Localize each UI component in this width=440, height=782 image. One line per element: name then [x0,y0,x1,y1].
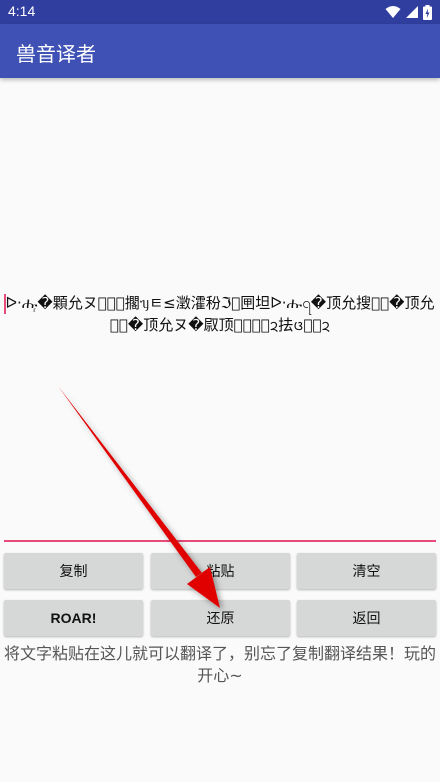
app-bar: 兽音译者 [0,24,440,78]
app-title: 兽音译者 [16,42,96,66]
battery-icon [423,4,432,20]
roar-button[interactable]: ROAR! [4,600,143,636]
copy-button[interactable]: 复制 [4,553,143,589]
signal-icon [406,6,418,18]
translation-input-text: ᐅ·ሑ᷊�顆允ヌㅋ᷊᷊擱ᥡㅌ≤澂瀖秎ℑ᷊㘡坦ᐅ·ሑ꩹�顶允搜ᦞ᷊�顶允搜᷊�顶允… [5,294,435,334]
restore-button[interactable]: 还原 [151,600,290,636]
clear-button[interactable]: 清空 [297,553,436,589]
status-bar: 4:14 [0,0,440,24]
wifi-icon [385,6,401,18]
status-time: 4:14 [8,3,36,19]
back-button[interactable]: 返回 [297,600,436,636]
status-icons [385,4,432,20]
usage-hint: 将文字粘贴在这儿就可以翻译了，别忘了复制翻译结果！玩的开心~ [3,644,436,685]
translation-input[interactable]: ᐅ·ሑ᷊�顆允ヌㅋ᷊᷊擱ᥡㅌ≤澂瀖秎ℑ᷊㘡坦ᐅ·ሑ꩹�顶允搜ᦞ᷊�顶允搜᷊�顶允… [4,78,436,542]
paste-button[interactable]: 粘贴 [151,553,290,589]
